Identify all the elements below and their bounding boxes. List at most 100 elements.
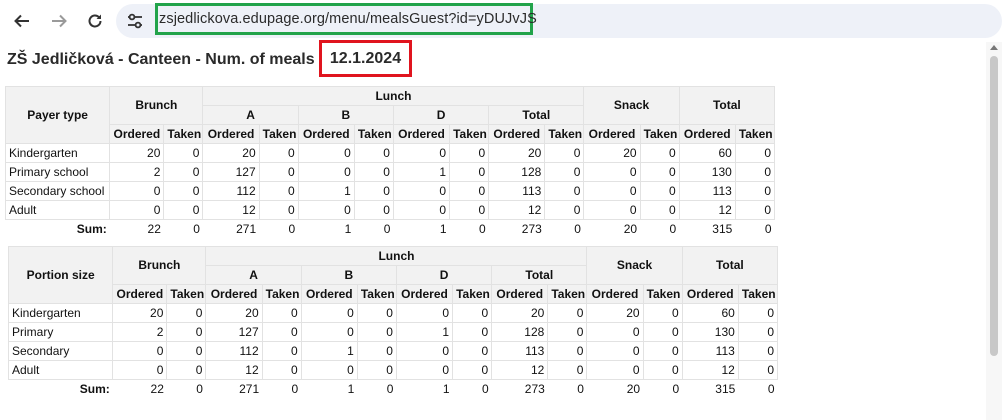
table-cell: 0 [109, 200, 165, 220]
sum-cell: 0 [259, 219, 299, 238]
header-lunch-a: A [205, 265, 302, 285]
table-cell: 0 [353, 143, 394, 163]
page-title: ZŠ Jedličková - Canteen - Num. of meals [7, 51, 315, 68]
header-lunch: Lunch [205, 246, 588, 266]
table-cell: 0 [583, 162, 641, 182]
arrow-right-icon [52, 14, 67, 28]
table-cell: 0 [734, 200, 776, 220]
sum-label: Sum: [5, 219, 110, 238]
table-cell: 0 [163, 181, 204, 201]
sum-cell: 0 [452, 379, 492, 398]
row-label: Kindergarten [4, 143, 111, 163]
table-cell: 0 [112, 341, 168, 361]
header-ordered: Ordered [392, 124, 451, 144]
sum-row: Sum: 22 0 271 0 1 0 1 0 273 0 20 0 315 0 [5, 219, 775, 238]
arrow-left-icon [14, 14, 29, 28]
sum-cell: 1 [396, 379, 453, 398]
vertical-scrollbar[interactable] [986, 42, 1002, 420]
header-lunch-total: Total [488, 105, 585, 125]
header-ordered: Ordered [202, 124, 260, 144]
table-cell: 0 [737, 360, 779, 380]
table-cell: 0 [642, 322, 683, 342]
row-label: Adult [4, 200, 111, 220]
row-label: Primary school [4, 162, 111, 182]
table-cell: 0 [297, 162, 355, 182]
table-cell: 0 [544, 181, 585, 201]
header-taken: Taken [639, 124, 680, 144]
header-ordered: Ordered [205, 284, 263, 304]
table-cell: 0 [163, 143, 204, 163]
table-cell: 0 [353, 162, 394, 182]
table-cell: 0 [449, 200, 490, 220]
row-label: Kindergarten [7, 303, 114, 323]
table-row: Kindergarten 20 0 20 0 0 0 0 0 20 0 20 0 60 0 [4, 143, 776, 163]
table-cell: 0 [737, 341, 779, 361]
header-taken: Taken [163, 124, 204, 144]
tune-icon[interactable] [126, 13, 144, 29]
table-cell: 0 [166, 341, 207, 361]
table-cell: 12 [202, 200, 260, 220]
sum-cell: 22 [112, 379, 167, 398]
table-cell: 0 [737, 303, 779, 323]
table-cell: 0 [583, 200, 641, 220]
table-row: Primary 2 0 127 0 0 0 1 0 128 0 0 0 130 0 [7, 322, 779, 342]
reload-icon [88, 14, 102, 28]
header-taken: Taken [449, 124, 490, 144]
browser-toolbar: zsjedlickova.edupage.org/menu/mealsGuest… [0, 0, 1002, 42]
table-cell: 20 [583, 143, 641, 163]
table-cell: 0 [356, 322, 397, 342]
table-cell: 113 [678, 181, 736, 201]
table-cell: 0 [395, 303, 454, 323]
header-lunch-b: B [297, 105, 394, 125]
table-cell: 0 [356, 341, 397, 361]
table-cell: 0 [395, 341, 454, 361]
table-cell: 12 [488, 200, 546, 220]
table-cell: 0 [586, 341, 644, 361]
table-cell: 128 [491, 322, 549, 342]
table-cell: 0 [642, 341, 683, 361]
table-cell: 12 [678, 200, 736, 220]
header-total: Total [678, 86, 776, 125]
table-cell: 12 [681, 360, 739, 380]
table-cell: 0 [452, 360, 493, 380]
table-cell: 0 [261, 322, 302, 342]
table-cell: 1 [300, 341, 358, 361]
table-cell: 0 [449, 181, 490, 201]
table-cell: 0 [258, 143, 299, 163]
table-cell: 113 [681, 341, 739, 361]
table-cell: 0 [586, 360, 644, 380]
header-ordered: Ordered [300, 284, 358, 304]
table-cell: 130 [678, 162, 736, 182]
sum-cell: 1 [301, 379, 358, 398]
sum-cell: 0 [166, 379, 206, 398]
sum-cell: 0 [544, 219, 584, 238]
scroll-thumb[interactable] [990, 56, 998, 356]
forward-button[interactable] [47, 9, 71, 33]
table-row: Adult 0 0 12 0 0 0 0 0 12 0 0 0 12 0 [4, 200, 776, 220]
table-cell: 0 [297, 200, 355, 220]
sum-cell: 1 [393, 219, 450, 238]
header-lunch: Lunch [202, 86, 585, 106]
table-row: Secondary school 0 0 112 0 1 0 0 0 113 0 0 0 113 0 [4, 181, 776, 201]
header-taken: Taken [166, 284, 207, 304]
header-ordered: Ordered [681, 284, 739, 304]
header-taken: Taken [544, 124, 585, 144]
sum-cell: 0 [449, 219, 489, 238]
table-cell: 0 [449, 143, 490, 163]
back-button[interactable] [10, 9, 34, 33]
table-cell: 0 [586, 322, 644, 342]
table-cell: 0 [642, 360, 683, 380]
header-ordered: Ordered [395, 284, 454, 304]
table-cell: 130 [681, 322, 739, 342]
table-cell: 20 [205, 303, 263, 323]
header-total: Total [681, 246, 779, 285]
table-row: Primary school 2 0 127 0 0 0 1 0 128 0 0 0 130 0 [4, 162, 776, 182]
table-cell: 0 [639, 143, 680, 163]
table-cell: 60 [681, 303, 739, 323]
sum-cell: 20 [586, 379, 644, 398]
table-cell: 2 [109, 162, 165, 182]
url-text[interactable]: zsjedlickova.edupage.org/menu/mealsGuest… [159, 11, 537, 27]
reload-button[interactable] [83, 9, 107, 33]
table-cell: 0 [166, 322, 207, 342]
scroll-up-arrow-icon[interactable] [990, 45, 998, 50]
